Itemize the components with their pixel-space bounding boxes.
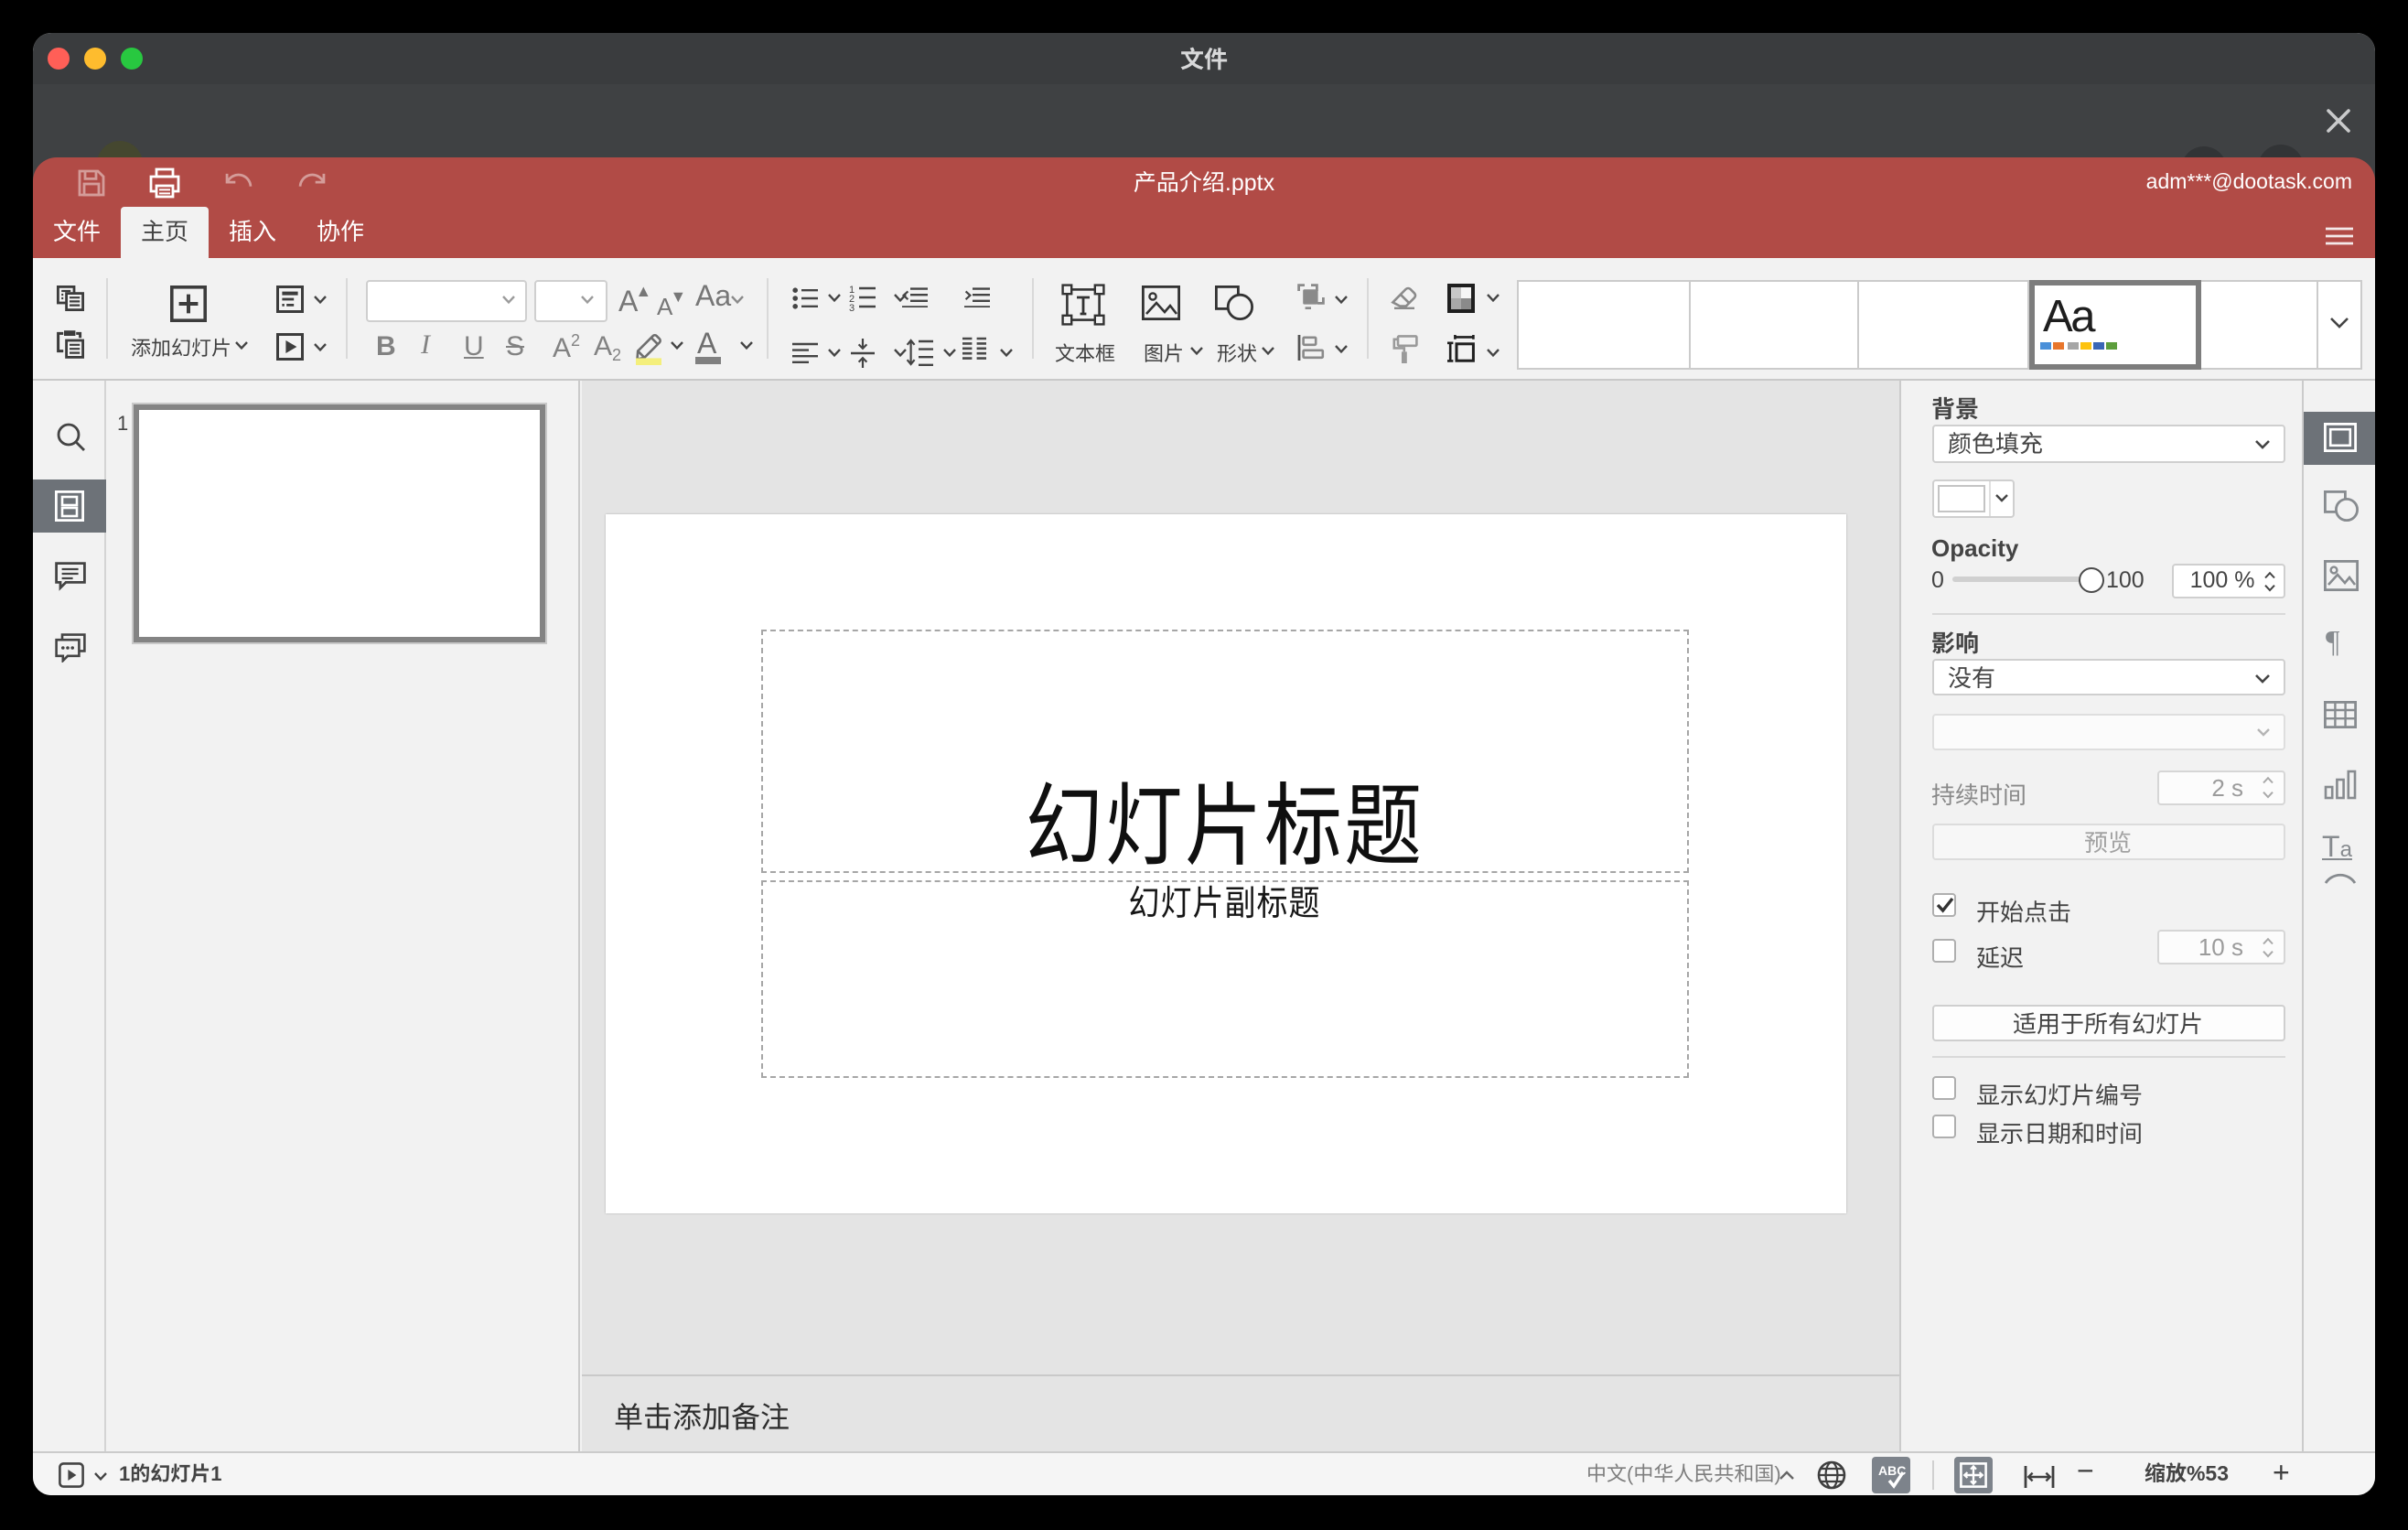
svg-text:3: 3 (849, 303, 855, 311)
